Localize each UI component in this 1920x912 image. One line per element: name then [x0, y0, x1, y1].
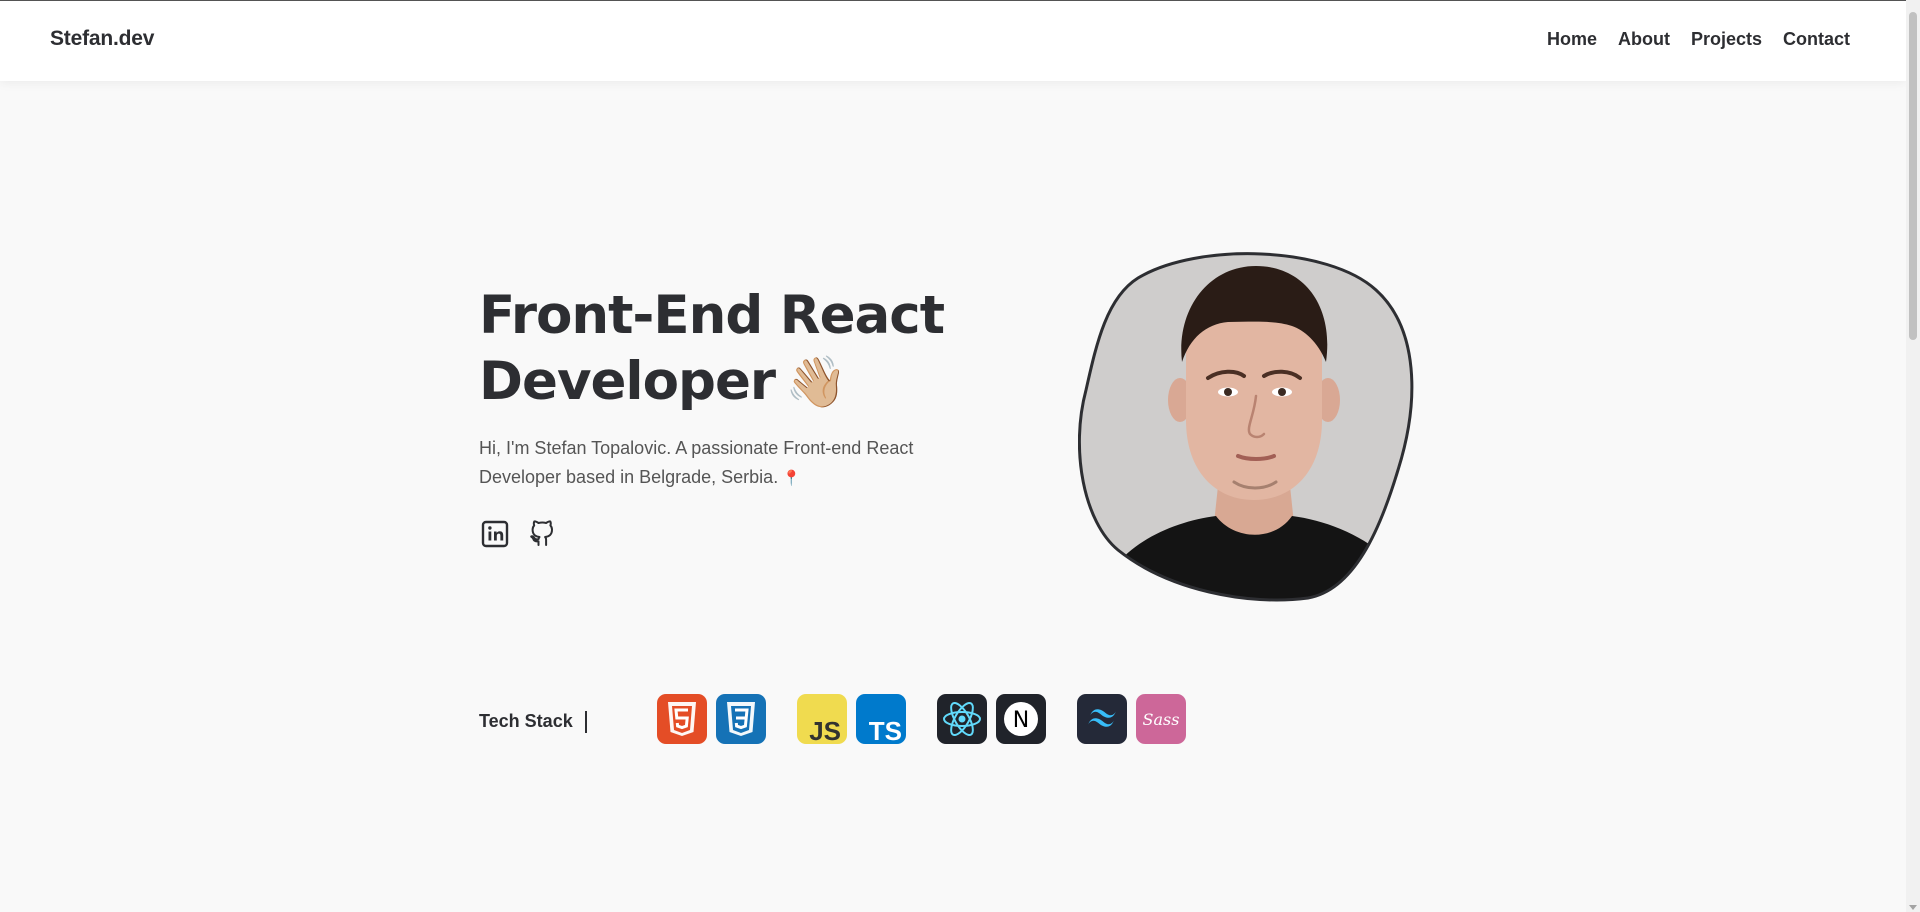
hero-title-line1: Front-End React [479, 285, 945, 346]
site-header: Stefan.dev Home About Projects Contact [0, 1, 1906, 81]
linkedin-link[interactable] [479, 518, 511, 550]
nextjs-icon: N [996, 694, 1046, 744]
nav-contact-link[interactable]: Contact [1783, 29, 1850, 50]
portrait-illustration [1077, 252, 1414, 602]
hero-intro-text: Hi, I'm Stefan Topalovic. A passionate F… [479, 438, 914, 487]
typescript-icon: TS [856, 694, 906, 744]
main-nav: Home About Projects Contact [1547, 29, 1850, 50]
waving-hand-icon: 👋🏼 [785, 353, 847, 411]
nav-about-link[interactable]: About [1618, 29, 1670, 50]
tech-stack-divider [585, 711, 587, 733]
profile-portrait [1077, 250, 1430, 602]
scrollbar-thumb[interactable] [1909, 12, 1917, 340]
nav-projects-link[interactable]: Projects [1691, 29, 1762, 50]
html5-icon [657, 694, 707, 744]
site-logo[interactable]: Stefan.dev [50, 27, 154, 51]
scroll-down-arrow-icon[interactable] [1909, 905, 1917, 910]
react-icon [937, 694, 987, 744]
tailwind-icon [1077, 694, 1127, 744]
sass-icon-text: Sass [1143, 710, 1180, 729]
javascript-icon-text: JS [809, 716, 841, 744]
linkedin-icon [481, 520, 509, 548]
nextjs-icon-text: N [1013, 708, 1029, 733]
github-icon [530, 520, 553, 546]
location-pin-icon: 📍 [782, 470, 801, 487]
hero-title: Front-End React Developer 👋🏼 [479, 283, 999, 415]
hero-intro: Hi, I'm Stefan Topalovic. A passionate F… [479, 434, 959, 493]
hero-title-line2: Developer [479, 351, 776, 412]
nav-home-link[interactable]: Home [1547, 29, 1597, 50]
javascript-icon: JS [797, 694, 847, 744]
github-link[interactable] [526, 518, 558, 550]
tech-stack-label: Tech Stack [479, 711, 573, 731]
css3-icon [716, 694, 766, 744]
sass-icon: Sass [1136, 694, 1186, 744]
typescript-icon-text: TS [869, 716, 902, 744]
page-scrollbar[interactable] [1906, 0, 1920, 912]
social-links [479, 518, 558, 550]
